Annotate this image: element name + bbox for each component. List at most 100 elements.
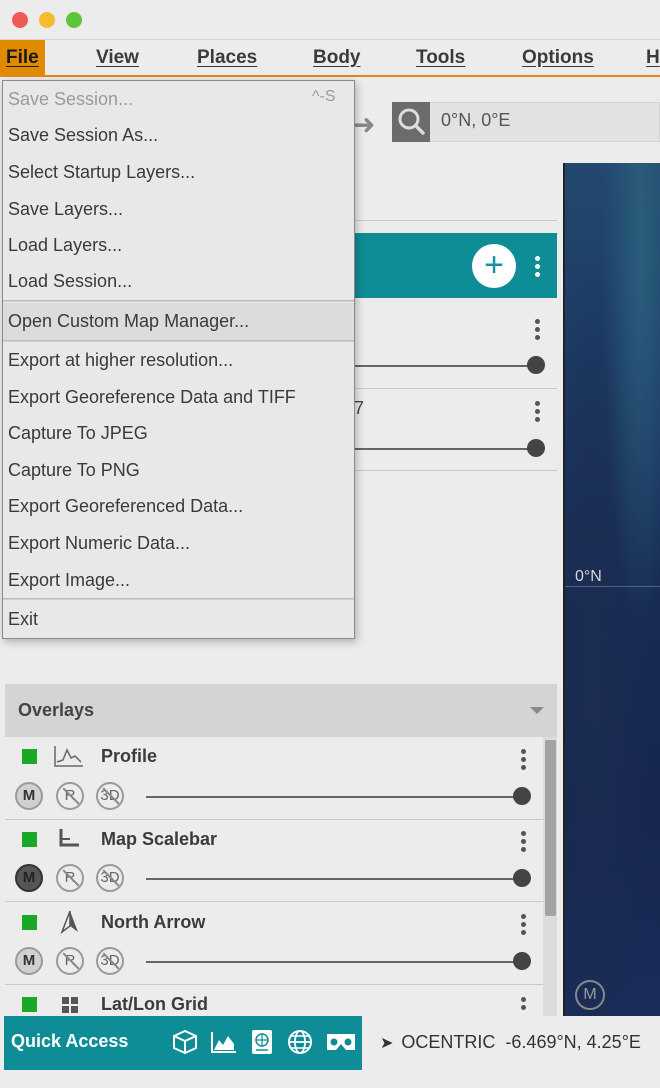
opacity-slider-knob[interactable] <box>527 356 545 374</box>
quick-access-label: Quick Access <box>11 1031 129 1051</box>
profile-visible-checkbox[interactable] <box>22 749 37 764</box>
scalebar-visible-checkbox[interactable] <box>22 832 37 847</box>
title-bar <box>0 0 660 40</box>
overlay-options-icon[interactable] <box>521 831 527 855</box>
menu-tools[interactable]: Tools <box>416 40 465 75</box>
overlay-3d-button[interactable]: 3D <box>96 782 124 810</box>
search-input[interactable] <box>392 102 660 142</box>
overlay-m-button[interactable]: M <box>15 864 43 892</box>
minimize-window-button[interactable] <box>39 12 55 28</box>
menu-item-load-layers[interactable]: Load Layers... <box>8 235 122 256</box>
menu-item-capture-png[interactable]: Capture To PNG <box>8 460 140 481</box>
overlay-name: Profile <box>101 746 158 766</box>
menu-item-export-georeference-tiff[interactable]: Export Georeference Data and TIFF <box>8 387 296 408</box>
menu-places[interactable]: Places <box>197 40 257 75</box>
search-icon <box>398 108 425 135</box>
menu-item-capture-jpeg[interactable]: Capture To JPEG <box>8 423 148 444</box>
grid-icon <box>62 997 78 1013</box>
overlay-m-button[interactable]: M <box>15 782 43 810</box>
divider <box>5 819 543 820</box>
opacity-slider-knob[interactable] <box>513 787 531 805</box>
divider <box>340 220 557 221</box>
scalebar-icon <box>59 829 79 847</box>
north-arrow-visible-checkbox[interactable] <box>22 915 37 930</box>
menu-item-load-session[interactable]: Load Session... <box>8 271 132 292</box>
arrow-right-icon[interactable]: ➜ <box>352 108 375 141</box>
menu-item-export-image[interactable]: Export Image... <box>8 570 130 591</box>
overlay-name: Map Scalebar <box>101 829 218 849</box>
projection-label: OCENTRIC <box>401 1032 496 1052</box>
cube-icon[interactable] <box>172 1029 198 1055</box>
menu-item-save-session[interactable]: Save Session... <box>8 89 133 110</box>
menu-bar: File View Places Body Tools Options H <box>0 40 660 77</box>
menu-view[interactable]: View <box>96 40 139 75</box>
overlay-name: North Arrow <box>101 912 206 932</box>
menu-options[interactable]: Options <box>522 40 594 75</box>
opacity-slider-track[interactable] <box>146 961 524 963</box>
chart-icon[interactable] <box>210 1030 238 1054</box>
overlay-r-button[interactable]: R <box>56 782 84 810</box>
menu-body[interactable]: Body <box>313 40 361 75</box>
overlay-options-icon[interactable] <box>521 914 527 938</box>
layer-options-icon[interactable] <box>535 401 541 425</box>
map-m-button[interactable]: M <box>575 980 605 1010</box>
menu-help[interactable]: H <box>646 40 660 75</box>
profile-chart-icon <box>54 746 83 767</box>
menu-item-exit[interactable]: Exit <box>8 609 38 630</box>
overlay-3d-button[interactable]: 3D <box>96 947 124 975</box>
menu-item-export-numeric-data[interactable]: Export Numeric Data... <box>8 533 190 554</box>
opacity-slider-knob[interactable] <box>513 952 531 970</box>
divider <box>340 470 557 471</box>
overlay-scrollbar-thumb[interactable] <box>545 740 556 916</box>
collapse-caret-icon[interactable] <box>530 707 544 714</box>
opacity-slider-track[interactable] <box>340 448 536 450</box>
menu-separator <box>3 340 354 342</box>
opacity-slider-track[interactable] <box>146 878 524 880</box>
menu-item-select-startup-layers[interactable]: Select Startup Layers... <box>8 162 195 183</box>
layers-header <box>340 233 557 298</box>
divider <box>5 901 543 902</box>
overlay-list <box>5 737 543 1016</box>
divider <box>340 388 557 389</box>
opacity-slider-knob[interactable] <box>527 439 545 457</box>
cursor-icon: ➤ <box>380 1035 394 1052</box>
menu-item-open-custom-map-manager[interactable]: Open Custom Map Manager... <box>8 311 249 332</box>
globe-book-icon[interactable] <box>250 1028 274 1056</box>
divider <box>5 984 543 985</box>
overlay-m-button[interactable]: M <box>15 947 43 975</box>
menu-separator <box>3 300 354 302</box>
layer-name-partial: 7 <box>354 398 365 418</box>
overlay-options-icon[interactable] <box>521 997 527 1011</box>
search-value[interactable]: 0°N, 0°E <box>441 110 510 131</box>
layers-menu-icon[interactable] <box>535 256 541 280</box>
search-button[interactable] <box>392 102 430 142</box>
overlay-r-button[interactable]: R <box>56 947 84 975</box>
close-window-button[interactable] <box>12 12 28 28</box>
overlay-options-icon[interactable] <box>521 749 527 773</box>
menu-item-export-georeferenced-data[interactable]: Export Georeferenced Data... <box>8 496 243 517</box>
map-view[interactable] <box>563 163 660 1016</box>
grid-visible-checkbox[interactable] <box>22 997 37 1012</box>
add-layer-button[interactable]: + <box>472 244 516 288</box>
overlay-name: Lat/Lon Grid <box>101 994 208 1014</box>
cursor-coordinates: -6.469°N, 4.25°E <box>505 1032 641 1052</box>
layer-options-icon[interactable] <box>535 319 541 343</box>
status-bar: ➤ OCENTRIC -6.469°N, 4.25°E <box>380 1032 641 1053</box>
vr-headset-icon[interactable] <box>325 1031 357 1053</box>
equator-line <box>565 586 660 587</box>
menu-item-save-session-as[interactable]: Save Session As... <box>8 125 158 146</box>
menu-file[interactable]: File <box>0 40 45 75</box>
opacity-slider-track[interactable] <box>340 365 536 367</box>
opacity-slider-track[interactable] <box>146 796 524 798</box>
opacity-slider-knob[interactable] <box>513 869 531 887</box>
overlay-r-button[interactable]: R <box>56 864 84 892</box>
globe-icon[interactable] <box>287 1029 313 1055</box>
overlays-title: Overlays <box>18 700 95 720</box>
save-session-shortcut: ^-S <box>312 88 336 105</box>
menu-item-save-layers[interactable]: Save Layers... <box>8 199 123 220</box>
menu-item-export-higher-resolution[interactable]: Export at higher resolution... <box>8 350 233 371</box>
menu-separator <box>3 598 354 600</box>
north-arrow-icon <box>60 910 78 934</box>
overlay-3d-button[interactable]: 3D <box>96 864 124 892</box>
maximize-window-button[interactable] <box>66 12 82 28</box>
